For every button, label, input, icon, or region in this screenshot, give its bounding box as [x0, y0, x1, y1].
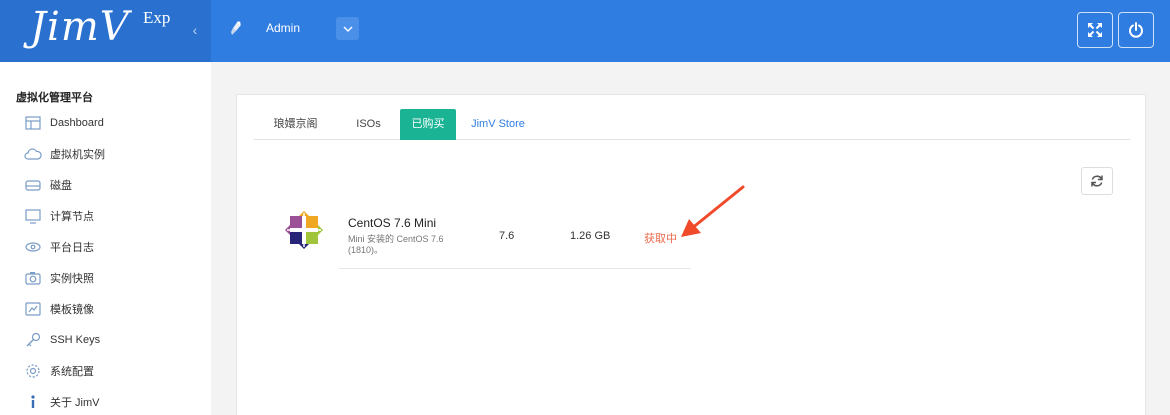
sidebar-item-label: 平台日志	[50, 242, 94, 254]
brand-logo: JimV	[30, 4, 130, 50]
tab-langhuan[interactable]: 琅嬛京阁	[254, 109, 337, 140]
sidebar-title: 虚拟化管理平台	[16, 92, 93, 104]
gear-icon	[26, 364, 40, 378]
sidebar: 虚拟化管理平台 Dashboard 虚拟机实例 磁盘 计算节点 平台日志 实例快…	[0, 62, 211, 415]
refresh-button[interactable]	[1081, 167, 1113, 195]
power-icon	[1129, 22, 1143, 38]
info-icon	[31, 395, 35, 408]
annotation-arrow-icon	[681, 185, 745, 237]
sidebar-item-settings[interactable]: 系统配置	[24, 361, 94, 381]
eye-icon	[25, 242, 41, 252]
sidebar-collapse-icon[interactable]: ‹	[188, 20, 202, 40]
sidebar-item-label: 系统配置	[50, 366, 94, 378]
sidebar-item-label: 关于 JimV	[50, 397, 100, 409]
sidebar-item-label: 模板镜像	[50, 304, 94, 316]
sidebar-item-dashboard[interactable]: Dashboard	[24, 113, 104, 133]
sidebar-item-label: 计算节点	[50, 211, 94, 223]
refresh-icon	[1091, 175, 1103, 187]
status-badge: 获取中	[644, 233, 677, 245]
sidebar-item-label: Dashboard	[50, 117, 104, 129]
sidebar-item-logs[interactable]: 平台日志	[24, 237, 94, 257]
sidebar-item-about[interactable]: 关于 JimV	[24, 392, 100, 412]
sidebar-item-compute-nodes[interactable]: 计算节点	[24, 206, 94, 226]
top-navbar: JimV Exp ‹ Admin	[0, 0, 1170, 62]
tab-isos[interactable]: ISOs	[337, 109, 400, 140]
sidebar-item-label: SSH Keys	[50, 334, 101, 346]
brand-area: JimV Exp ‹	[0, 0, 211, 62]
sidebar-item-disks[interactable]: 磁盘	[24, 175, 72, 195]
sidebar-item-label: 磁盘	[50, 180, 72, 192]
sidebar-item-snapshots[interactable]: 实例快照	[24, 268, 94, 288]
sidebar-item-label: 虚拟机实例	[50, 149, 105, 161]
cloud-icon	[24, 148, 42, 160]
brand-edition: Exp	[143, 8, 171, 27]
tab-purchased[interactable]: 已购买	[400, 109, 456, 140]
image-description: Mini 安装的 CentOS 7.6 (1810)。	[348, 234, 444, 255]
sidebar-item-ssh-keys[interactable]: SSH Keys	[24, 330, 100, 350]
centos-logo-icon	[285, 211, 323, 249]
image-name: CentOS 7.6 Mini	[348, 216, 437, 230]
image-size: 1.26 GB	[570, 230, 611, 242]
content-panel: 琅嬛京阁 ISOs 已购买 JimV Store CentOS 7.6 Mini…	[236, 94, 1146, 415]
chevron-down-icon	[343, 26, 352, 32]
tab-jimv-store[interactable]: JimV Store	[456, 109, 540, 140]
disk-icon	[25, 180, 41, 191]
camera-icon	[25, 272, 41, 285]
image-version: 7.6	[499, 230, 515, 242]
user-name[interactable]: Admin	[266, 21, 300, 35]
dashboard-icon	[25, 116, 41, 130]
tab-bar: 琅嬛京阁 ISOs 已购买 JimV Store	[254, 109, 1130, 140]
monitor-icon	[25, 209, 41, 224]
key-icon	[26, 332, 41, 347]
sidebar-item-instances[interactable]: 虚拟机实例	[24, 144, 105, 164]
template-icon	[25, 302, 41, 316]
sidebar-item-label: 实例快照	[50, 273, 94, 285]
expand-icon	[1088, 23, 1102, 37]
user-avatar-icon	[231, 21, 241, 35]
logout-button[interactable]	[1118, 12, 1154, 48]
sidebar-item-templates[interactable]: 模板镜像	[24, 299, 94, 319]
fullscreen-button[interactable]	[1077, 12, 1113, 48]
user-dropdown-button[interactable]	[336, 17, 359, 40]
